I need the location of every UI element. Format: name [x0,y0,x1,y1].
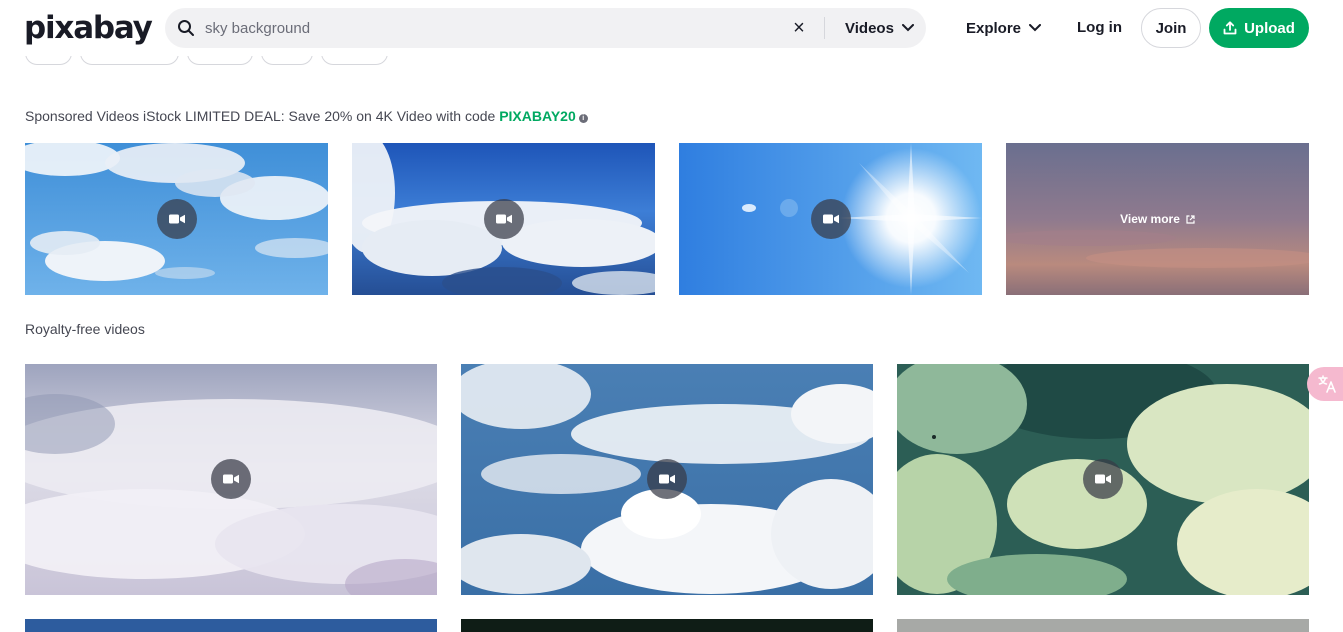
video-camera-icon [811,199,851,239]
translate-icon [1318,375,1336,393]
chevron-down-icon [901,24,914,32]
sponsored-text: Sponsored Videos iStock LIMITED DEAL: Sa… [25,108,500,124]
search-divider [824,17,825,39]
promo-code[interactable]: PIXABAY20 [499,108,576,124]
explore-menu[interactable]: Explore [966,8,1042,48]
chevron-down-icon [1029,24,1042,32]
video-camera-icon [647,459,687,499]
translate-widget[interactable] [1307,367,1343,401]
view-more-link[interactable]: View more [1006,143,1309,295]
upload-button[interactable]: Upload [1209,8,1309,48]
video-tile[interactable] [897,364,1309,595]
sponsored-video-tile[interactable] [352,143,655,295]
upload-icon [1223,21,1237,35]
top-header: pixabay × Videos Explore Log in Join Upl… [0,0,1343,56]
external-link-icon [1186,214,1195,224]
sponsored-banner: Sponsored Videos iStock LIMITED DEAL: Sa… [25,108,588,124]
info-icon[interactable]: i [578,114,588,123]
sponsored-video-tile[interactable] [679,143,982,295]
search-bar: × Videos [165,8,926,48]
video-tile[interactable] [25,364,437,595]
video-tile[interactable] [25,619,437,632]
video-camera-icon [211,459,251,499]
login-link[interactable]: Log in [1077,8,1122,48]
explore-label: Explore [966,19,1022,37]
sponsored-video-tile[interactable] [25,143,328,295]
video-camera-icon [484,199,524,239]
video-camera-icon [157,199,197,239]
view-more-label: View more [1120,212,1180,226]
join-button[interactable]: Join [1141,8,1201,48]
royalty-free-heading: Royalty-free videos [25,321,145,337]
video-tile[interactable] [897,619,1309,632]
view-more-tile[interactable]: View more [1006,143,1309,295]
search-input[interactable] [205,8,785,48]
video-camera-icon [1083,459,1123,499]
video-tile[interactable] [461,619,873,632]
media-type-dropdown[interactable]: Videos [845,8,914,48]
pixabay-logo[interactable]: pixabay [24,8,153,48]
video-tile[interactable] [461,364,873,595]
media-type-label: Videos [845,19,894,37]
clear-search-icon[interactable]: × [789,18,809,38]
upload-label: Upload [1244,19,1295,37]
search-icon [178,20,194,36]
